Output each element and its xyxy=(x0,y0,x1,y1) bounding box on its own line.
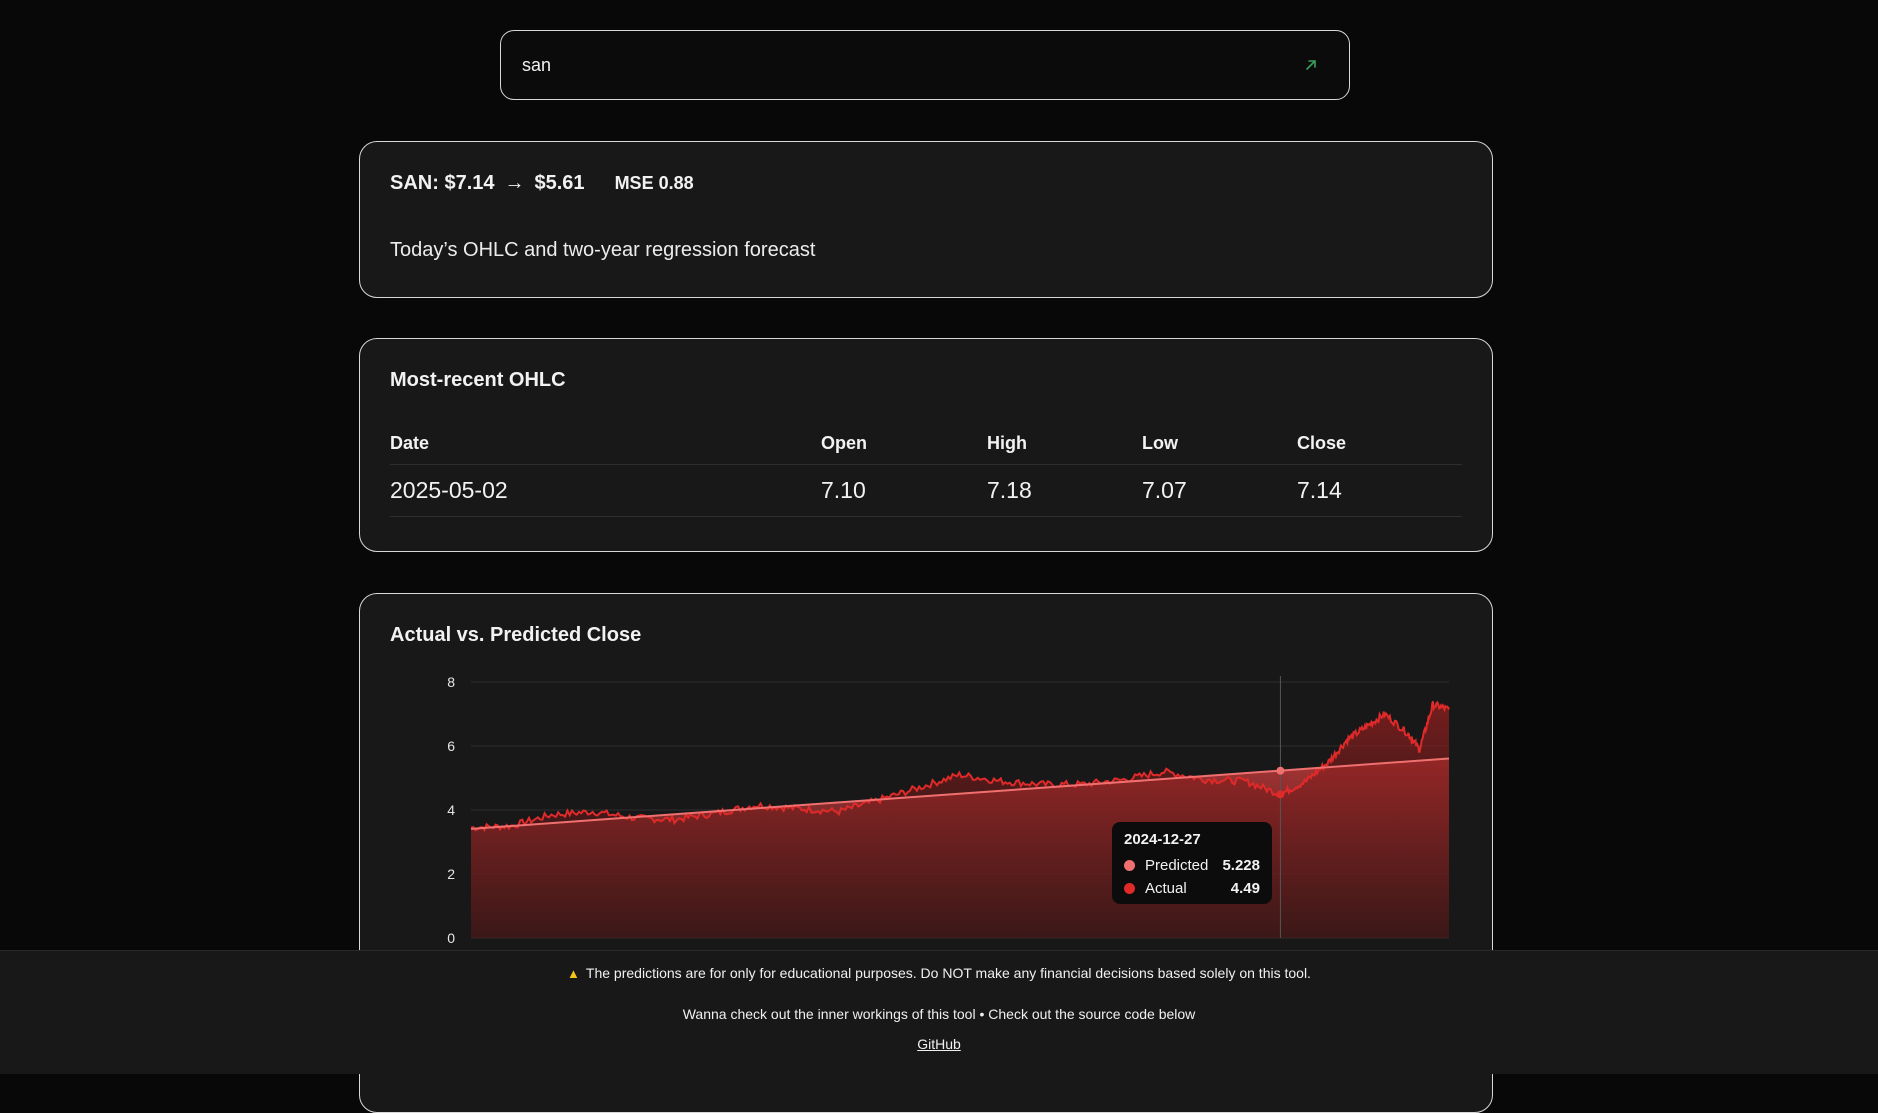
ohlc-card: Most-recent OHLC Date Open High Low Clos… xyxy=(359,338,1493,552)
y-tick-label: 2 xyxy=(447,866,455,882)
y-tick-label: 4 xyxy=(447,802,455,818)
chart-tooltip: 2024-12-27 Predicted 5.228 Actual 4.49 xyxy=(1112,822,1272,904)
predicted-dot-icon xyxy=(1124,860,1135,871)
arrow-up-right-icon xyxy=(1306,60,1316,70)
source-note: Wanna check out the inner workings of th… xyxy=(682,1006,1196,1022)
github-link[interactable]: GitHub xyxy=(917,1036,961,1052)
y-tick-label: 0 xyxy=(447,930,455,946)
cell-date: 2025-05-02 xyxy=(390,464,821,517)
ohlc-title: Most-recent OHLC xyxy=(390,369,566,391)
footer: ▲ The predictions are for only for educat… xyxy=(0,950,1878,1074)
disclaimer: ▲ The predictions are for only for educat… xyxy=(0,965,1878,981)
actual-hover-point xyxy=(1276,790,1285,799)
actual-dot-icon xyxy=(1124,883,1135,894)
headline: SAN: $7.14 → $5.61 MSE 0.88 xyxy=(390,172,694,195)
warning-icon: ▲ xyxy=(567,966,580,981)
cell-close: 7.14 xyxy=(1297,464,1462,517)
tooltip-label: Predicted xyxy=(1145,857,1209,874)
y-tick-label: 6 xyxy=(447,738,455,754)
summary-card: SAN: $7.14 → $5.61 MSE 0.88 Today’s OHLC… xyxy=(359,141,1493,298)
cell-low: 7.07 xyxy=(1142,464,1297,517)
column-header: High xyxy=(987,433,1142,465)
search-bar xyxy=(500,30,1350,100)
column-header: Low xyxy=(1142,433,1297,465)
column-header: Date xyxy=(390,433,821,465)
mse-value: MSE 0.88 xyxy=(614,173,694,193)
cell-open: 7.10 xyxy=(821,464,987,517)
predicted-hover-point xyxy=(1276,766,1285,775)
tooltip-value: 4.49 xyxy=(1230,880,1260,897)
table-header-row: Date Open High Low Close xyxy=(390,433,1462,465)
y-tick-label: 8 xyxy=(447,674,455,690)
search-submit-button[interactable] xyxy=(1291,45,1331,85)
tooltip-label: Actual xyxy=(1145,880,1187,897)
ohlc-table: Date Open High Low Close 2025-05-02 7.10… xyxy=(390,433,1462,517)
ticker-price: SAN: $7.14 xyxy=(390,172,495,194)
forecast-price: $5.61 xyxy=(534,172,585,194)
cell-high: 7.18 xyxy=(987,464,1142,517)
summary-subtitle: Today’s OHLC and two-year regression for… xyxy=(390,239,816,261)
actual-area xyxy=(471,701,1449,938)
column-header: Open xyxy=(821,433,987,465)
tooltip-row-predicted: Predicted 5.228 xyxy=(1124,854,1260,877)
price-chart[interactable]: 0 2 4 6 8 xyxy=(360,594,1494,954)
column-header: Close xyxy=(1297,433,1462,465)
tooltip-date: 2024-12-27 xyxy=(1124,831,1201,848)
tooltip-value: 5.228 xyxy=(1222,857,1260,874)
tooltip-row-actual: Actual 4.49 xyxy=(1124,877,1260,900)
table-row: 2025-05-02 7.10 7.18 7.07 7.14 xyxy=(390,464,1462,517)
search-input[interactable] xyxy=(501,53,1291,77)
arrow: → xyxy=(504,172,525,194)
disclaimer-text: The predictions are for only for educati… xyxy=(585,965,1311,981)
github-link-wrap: GitHub xyxy=(0,1036,1878,1052)
